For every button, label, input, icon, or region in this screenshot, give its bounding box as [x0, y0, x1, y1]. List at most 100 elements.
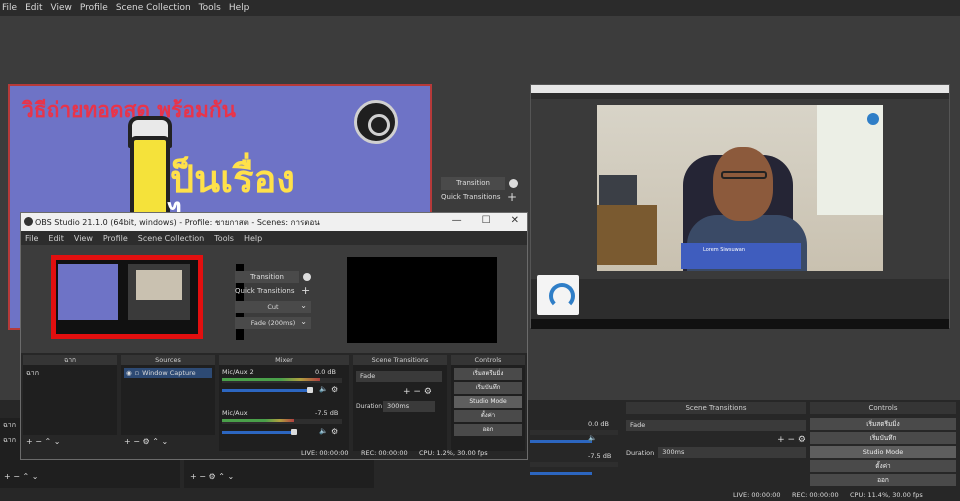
- transition-settings-icon[interactable]: ⚙: [798, 435, 806, 445]
- sources-list: ◉ ▫ Window Capture: [121, 365, 215, 435]
- controls-dock: Controls เริ่มสตรีมมิ่ง เริ่มบันทึก Stud…: [451, 355, 525, 451]
- cut-select[interactable]: Cut: [235, 300, 311, 313]
- source-settings-icon[interactable]: ⚙: [209, 472, 216, 481]
- eye-icon[interactable]: ◉: [126, 369, 132, 377]
- menu-profile[interactable]: Profile: [103, 234, 128, 243]
- start-streaming-button[interactable]: เริ่มสตรีมมิ่ง: [810, 418, 956, 430]
- studio-mode-button[interactable]: Studio Mode: [454, 396, 522, 408]
- add-quick-transition-icon[interactable]: +: [507, 190, 517, 204]
- main-fader-2[interactable]: [530, 472, 592, 475]
- down-icon[interactable]: ⌄: [161, 437, 168, 446]
- embed-browser-bar: [531, 85, 949, 93]
- up-icon[interactable]: ⌃: [45, 437, 52, 446]
- mixer-channel-2-settings-icon[interactable]: ⚙: [331, 427, 338, 436]
- mixer-channel-2-fader[interactable]: [222, 431, 292, 434]
- remove-transition-icon[interactable]: −: [413, 387, 421, 397]
- mixer-dock: Mixer Mic/Aux 2 0.0 dB 🔈 ⚙ Mic/Aux -7.5 …: [219, 355, 349, 451]
- scenes-dock: ฉาก ฉาก + − ⌃ ⌄: [23, 355, 117, 451]
- window-titlebar[interactable]: OBS Studio 21.1.0 (64bit, windows) - Pro…: [21, 213, 527, 231]
- transition-settings-icon[interactable]: ⚙: [424, 387, 432, 397]
- menu-view[interactable]: View: [74, 234, 93, 243]
- remove-transition-icon[interactable]: −: [788, 435, 796, 445]
- up-icon[interactable]: ⌃: [152, 437, 159, 446]
- menu-scene-collection[interactable]: Scene Collection: [116, 3, 191, 13]
- menu-tools[interactable]: Tools: [214, 234, 234, 243]
- menu-help[interactable]: Help: [244, 234, 262, 243]
- minimize-icon[interactable]: —: [452, 215, 462, 226]
- main-meter-2: [530, 462, 618, 467]
- start-streaming-button[interactable]: เริ่มสตรีมมิ่ง: [454, 368, 522, 380]
- fade-select[interactable]: Fade (200ms): [235, 316, 311, 329]
- lower-third-text: Lorem Siwsuwan: [703, 247, 745, 253]
- up-icon[interactable]: ⌃: [218, 472, 225, 481]
- start-recording-button[interactable]: เริ่มบันทึก: [810, 432, 956, 444]
- mixer-channel-1-fader[interactable]: [222, 389, 308, 392]
- window-status-rec: REC: 00:00:00: [361, 449, 408, 457]
- menu-profile[interactable]: Profile: [80, 3, 108, 13]
- main-mixer-db-1: 0.0 dB: [588, 420, 609, 428]
- webcam-feed: Lorem Siwsuwan: [597, 105, 883, 271]
- menu-tools[interactable]: Tools: [199, 3, 221, 13]
- remove-source-icon[interactable]: −: [133, 437, 140, 446]
- menu-file[interactable]: File: [2, 3, 17, 13]
- add-transition-icon[interactable]: +: [403, 387, 411, 397]
- add-transition-icon[interactable]: +: [777, 435, 785, 445]
- remove-source-icon[interactable]: −: [199, 472, 206, 481]
- menu-scene-collection[interactable]: Scene Collection: [138, 234, 205, 243]
- lock-icon[interactable]: ▫: [135, 369, 139, 377]
- transition-settings-icon[interactable]: [509, 179, 518, 188]
- mixer-channel-1-knob[interactable]: [307, 387, 313, 393]
- exit-button[interactable]: ออก: [810, 474, 956, 486]
- mixer-channel-2-knob[interactable]: [291, 429, 297, 435]
- remove-scene-icon[interactable]: −: [13, 472, 20, 481]
- duration-field[interactable]: 300ms: [383, 401, 435, 412]
- window-transition-button[interactable]: Transition: [235, 271, 299, 283]
- presenter-glasses: [721, 171, 767, 179]
- source-item[interactable]: ◉ ▫ Window Capture: [124, 368, 212, 378]
- mini-scene-card: [58, 264, 118, 320]
- add-scene-icon[interactable]: +: [4, 472, 11, 481]
- add-source-icon[interactable]: +: [124, 437, 131, 446]
- scenes-header: ฉาก: [23, 355, 117, 365]
- scene-item[interactable]: ฉาก: [26, 368, 114, 379]
- sources-header: Sources: [121, 355, 215, 365]
- menu-file[interactable]: File: [25, 234, 38, 243]
- main-fader-1[interactable]: [530, 440, 592, 443]
- close-icon[interactable]: ✕: [511, 215, 519, 226]
- mixer-channel-1-db: 0.0 dB: [315, 368, 336, 376]
- muted-speaker-icon[interactable]: 🔈: [319, 385, 328, 393]
- transition-button[interactable]: Transition: [441, 177, 505, 190]
- muted-speaker-icon[interactable]: 🔈: [588, 434, 597, 442]
- window-add-quick-icon[interactable]: +: [301, 284, 310, 297]
- add-source-icon[interactable]: +: [190, 472, 197, 481]
- embed-taskbar: [531, 319, 949, 329]
- down-icon[interactable]: ⌄: [227, 472, 234, 481]
- obs-studio-window[interactable]: OBS Studio 21.1.0 (64bit, windows) - Pro…: [20, 212, 528, 460]
- obs-logo-icon: [354, 100, 398, 144]
- source-settings-icon[interactable]: ⚙: [143, 437, 150, 446]
- menu-edit[interactable]: Edit: [25, 3, 42, 13]
- menu-help[interactable]: Help: [229, 3, 250, 13]
- maximize-icon[interactable]: ☐: [482, 215, 491, 226]
- start-recording-button[interactable]: เริ่มบันทึก: [454, 382, 522, 394]
- main-duration-field[interactable]: 300ms: [658, 447, 806, 458]
- speaker-icon[interactable]: 🔈: [319, 427, 328, 435]
- transition-select[interactable]: Fade: [356, 371, 442, 382]
- settings-button[interactable]: ตั้งค่า: [454, 410, 522, 422]
- mixer-channel-2-name: Mic/Aux: [222, 409, 248, 417]
- exit-button[interactable]: ออก: [454, 424, 522, 436]
- up-icon[interactable]: ⌃: [23, 472, 30, 481]
- down-icon[interactable]: ⌄: [54, 437, 61, 446]
- menu-edit[interactable]: Edit: [48, 234, 64, 243]
- add-scene-icon[interactable]: +: [26, 437, 33, 446]
- duration-label: Duration: [356, 403, 383, 410]
- main-transition-select[interactable]: Fade: [626, 420, 806, 431]
- menu-view[interactable]: View: [51, 3, 72, 13]
- settings-button[interactable]: ตั้งค่า: [810, 460, 956, 472]
- highlighted-preview[interactable]: [51, 255, 244, 340]
- window-transition-settings-icon[interactable]: [303, 273, 311, 281]
- remove-scene-icon[interactable]: −: [35, 437, 42, 446]
- studio-mode-button[interactable]: Studio Mode: [810, 446, 956, 458]
- mixer-channel-1-settings-icon[interactable]: ⚙: [331, 385, 338, 394]
- down-icon[interactable]: ⌄: [32, 472, 39, 481]
